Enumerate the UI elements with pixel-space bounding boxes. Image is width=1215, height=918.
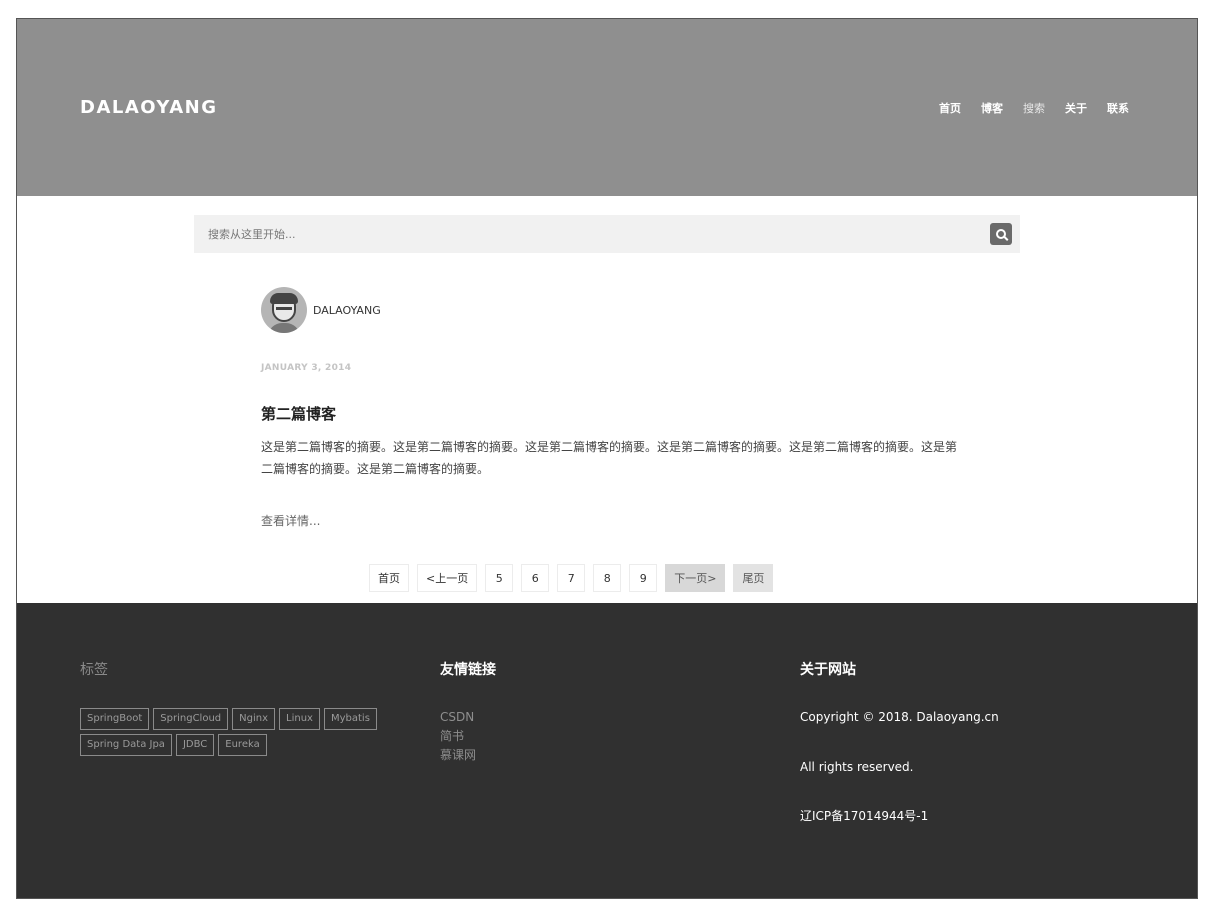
post-date: JANUARY 3, 2014 xyxy=(261,363,352,373)
search-icon xyxy=(996,229,1006,239)
page-first-button[interactable]: 首页 xyxy=(369,564,409,592)
search-bar xyxy=(194,215,1020,253)
links-title: 友情链接 xyxy=(440,662,496,678)
about-title: 关于网站 xyxy=(800,662,856,678)
site-footer: 标签 SpringBoot SpringCloud Nginx Linux My… xyxy=(17,603,1197,898)
nav-item-contact[interactable]: 联系 xyxy=(1107,100,1129,116)
tag-item[interactable]: SpringCloud xyxy=(153,708,229,730)
avatar[interactable] xyxy=(261,287,307,333)
author-name[interactable]: DALAOYANG xyxy=(313,304,381,317)
post-summary: 这是第二篇博客的摘要。这是第二篇博客的摘要。这是第二篇博客的摘要。这是第二篇博客… xyxy=(261,440,958,476)
page-number-button[interactable]: 8 xyxy=(593,564,622,592)
tag-item[interactable]: Mybatis xyxy=(323,708,377,730)
page-frame: DALAOYANG 首页 博客 搜索 关于 联系 DALAOYANG JANUA… xyxy=(16,18,1198,899)
site-header: DALAOYANG 首页 博客 搜索 关于 联系 xyxy=(17,19,1197,196)
nav-item-search[interactable]: 搜索 xyxy=(1023,100,1045,116)
friend-link[interactable]: 简书 xyxy=(440,728,476,744)
search-button[interactable] xyxy=(990,223,1012,245)
tag-item[interactable]: Eureka xyxy=(218,734,267,756)
page-number-button[interactable]: 5 xyxy=(485,564,514,592)
pagination: 首页 <上一页 5 6 7 8 9 下一页> 尾页 xyxy=(369,564,774,592)
rights-text: All rights reserved. xyxy=(800,760,914,774)
tag-item[interactable]: Nginx xyxy=(232,708,276,730)
tag-item[interactable]: Linux xyxy=(279,708,320,730)
site-brand[interactable]: DALAOYANG xyxy=(80,97,218,118)
page-number-button[interactable]: 9 xyxy=(629,564,658,592)
nav-item-home[interactable]: 首页 xyxy=(939,100,961,116)
tag-item[interactable]: JDBC xyxy=(175,734,215,756)
friend-link[interactable]: 慕课网 xyxy=(440,747,476,763)
icp-text[interactable]: 辽ICP备17014944号-1 xyxy=(800,808,928,824)
main-nav: 首页 博客 搜索 关于 联系 xyxy=(939,100,1129,116)
search-input[interactable] xyxy=(194,215,954,253)
page-number-button[interactable]: 7 xyxy=(557,564,586,592)
nav-item-blog[interactable]: 博客 xyxy=(981,100,1003,116)
tag-item[interactable]: SpringBoot xyxy=(80,708,150,730)
page-next-button[interactable]: 下一页> xyxy=(665,564,726,592)
nav-item-about[interactable]: 关于 xyxy=(1065,100,1087,116)
tag-item[interactable]: Spring Data Jpa xyxy=(80,734,172,756)
post-author: DALAOYANG xyxy=(261,287,381,333)
tag-list: SpringBoot SpringCloud Nginx Linux Mybat… xyxy=(80,708,410,756)
friend-link[interactable]: CSDN xyxy=(440,709,476,725)
page-number-button[interactable]: 6 xyxy=(521,564,550,592)
post-title[interactable]: 第二篇博客 xyxy=(261,403,336,424)
copyright-text: Copyright © 2018. Dalaoyang.cn xyxy=(800,710,999,724)
page-prev-button[interactable]: <上一页 xyxy=(417,564,478,592)
page-last-button[interactable]: 尾页 xyxy=(733,564,774,592)
read-more-link[interactable]: 查看详情... xyxy=(261,512,320,529)
friend-links: CSDN 简书 慕课网 xyxy=(440,709,476,763)
tags-title: 标签 xyxy=(80,662,108,678)
